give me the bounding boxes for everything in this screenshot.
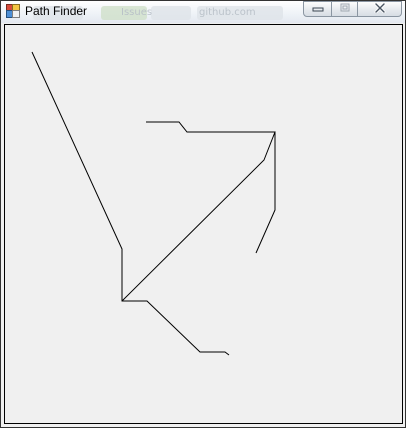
drawing-area[interactable]: [4, 24, 403, 424]
path-line-upper: [121, 121, 276, 302]
close-button[interactable]: [358, 1, 402, 17]
background-ghost-text: github.com: [199, 7, 256, 18]
maximize-icon: [339, 0, 351, 18]
path-line-long: [31, 51, 230, 356]
window-title: Path Finder: [25, 4, 88, 18]
title-bar[interactable]: Issues github.com Path Finder: [1, 1, 405, 23]
maximize-button[interactable]: [332, 1, 358, 17]
path-finder-window: Issues github.com Path Finder: [0, 0, 406, 428]
path-line-right: [255, 132, 276, 254]
caption-controls: [303, 1, 402, 17]
path-canvas: [31, 51, 276, 356]
background-ghost-text: Issues: [121, 7, 153, 18]
application-icon[interactable]: [6, 4, 20, 18]
minimize-icon: [312, 0, 324, 18]
close-icon: [373, 0, 387, 18]
background-ghost-shape: [151, 6, 191, 20]
minimize-button[interactable]: [303, 1, 332, 17]
